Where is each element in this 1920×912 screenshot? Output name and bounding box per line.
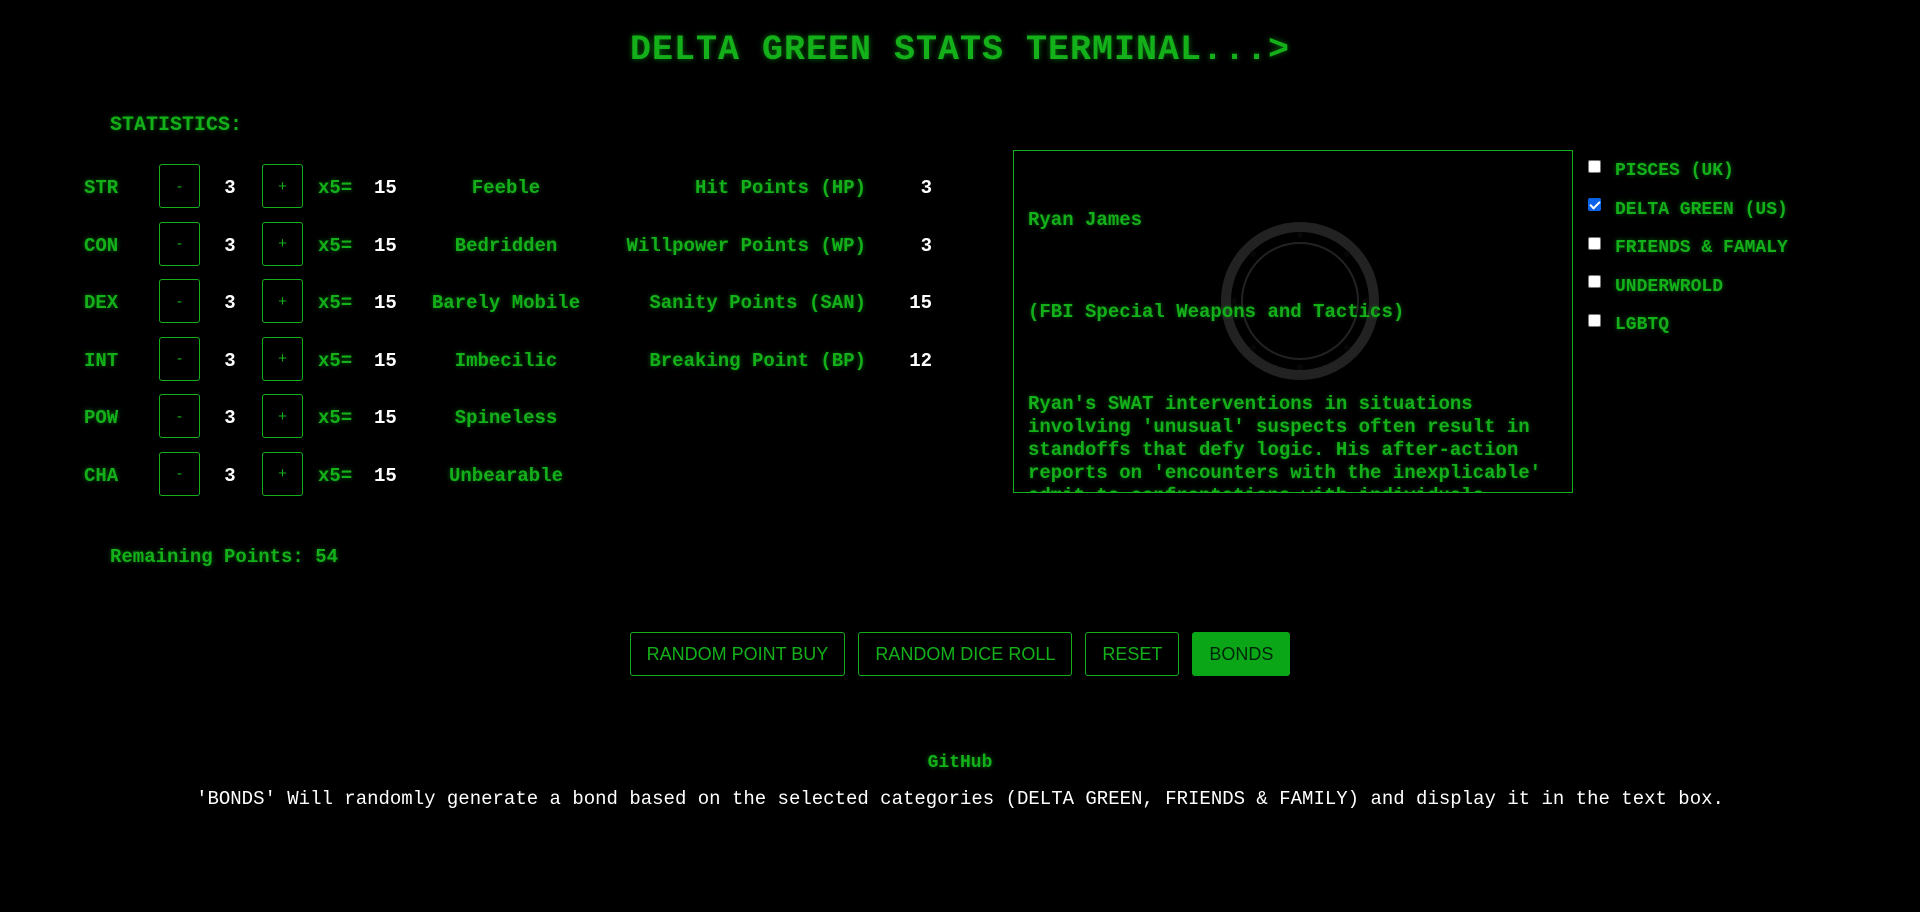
- bonds-button[interactable]: BONDS: [1192, 632, 1291, 676]
- derived-stat-value: 3: [920, 234, 932, 257]
- dex-decrement-button[interactable]: -: [159, 279, 200, 323]
- derived-stat-label: Breaking Point (BP): [649, 349, 866, 372]
- bond-category-list: PISCES (UK) DELTA GREEN (US) FRIENDS & F…: [1588, 150, 1788, 343]
- cha-decrement-button[interactable]: -: [159, 451, 200, 496]
- pow-decrement-button[interactable]: -: [159, 394, 200, 438]
- stat-descriptor: Feeble: [471, 177, 541, 199]
- stat-value: 3: [224, 177, 236, 199]
- category-delta-green-us[interactable]: DELTA GREEN (US): [1588, 189, 1788, 228]
- dex-increment-button[interactable]: +: [262, 279, 303, 323]
- lgbtq-checkbox[interactable]: [1588, 313, 1601, 327]
- str-decrement-button[interactable]: -: [159, 164, 200, 208]
- category-lgbtq[interactable]: LGBTQ: [1588, 304, 1788, 343]
- derived-stat-label: Willpower Points (WP): [626, 234, 866, 257]
- stat-row-cha: CHA - 3 + x5= 15 Unbearable: [0, 451, 1000, 500]
- stat-name: CHA: [84, 464, 119, 487]
- category-label[interactable]: UNDERWROLD: [1615, 273, 1723, 297]
- stat-descriptor: Unbearable: [448, 464, 564, 487]
- derived-stat-value: 15: [909, 292, 932, 314]
- stat-name: DEX: [84, 292, 119, 314]
- stat-name: CON: [84, 234, 119, 257]
- stat-value: 3: [224, 349, 236, 372]
- multiplier-label: x5=: [318, 407, 353, 429]
- multiplier-label: x5=: [318, 234, 353, 257]
- stat-descriptor: Bedridden: [454, 234, 558, 257]
- derived-stat-value: 12: [909, 349, 932, 372]
- action-bar: RANDOM POINT BUY RANDOM DICE ROLL RESET …: [0, 632, 1920, 676]
- stat-row-pow: POW - 3 + x5= 15 Spineless: [0, 394, 1000, 442]
- stat-row-int: INT - 3 + x5= 15 Imbecilic Breaking Poin…: [0, 336, 1000, 385]
- stat-descriptor: Spineless: [454, 407, 558, 429]
- stat-value: 3: [224, 292, 236, 314]
- int-increment-button[interactable]: +: [262, 336, 303, 381]
- int-decrement-button[interactable]: -: [159, 336, 200, 381]
- category-label[interactable]: DELTA GREEN (US): [1615, 196, 1788, 220]
- category-friends-family[interactable]: FRIENDS & FAMALY: [1588, 227, 1788, 266]
- stat-score: 15: [374, 177, 397, 199]
- github-link[interactable]: GitHub: [0, 753, 1920, 773]
- stat-score: 15: [374, 464, 397, 487]
- stat-descriptor: Imbecilic: [454, 349, 558, 372]
- cha-increment-button[interactable]: +: [262, 451, 303, 496]
- multiplier-label: x5=: [318, 292, 353, 314]
- category-label[interactable]: PISCES (UK): [1615, 157, 1734, 181]
- stat-row-str: STR - 3 + x5= 15 Feeble Hit Points (HP) …: [0, 164, 1000, 212]
- stat-score: 15: [374, 407, 397, 429]
- stat-value: 3: [224, 464, 236, 487]
- multiplier-label: x5=: [318, 464, 353, 487]
- bond-description: Ryan's SWAT interventions in situations …: [1028, 393, 1542, 492]
- stat-value: 3: [224, 234, 236, 257]
- remaining-points: Remaining Points: 54: [110, 546, 339, 568]
- multiplier-label: x5=: [318, 177, 353, 199]
- str-increment-button[interactable]: +: [262, 164, 303, 208]
- stat-name: INT: [84, 349, 119, 372]
- category-pisces-uk[interactable]: PISCES (UK): [1588, 150, 1788, 189]
- underworld-checkbox[interactable]: [1588, 275, 1601, 289]
- derived-stat-label: Sanity Points (SAN): [649, 292, 866, 314]
- stat-name: POW: [84, 407, 119, 429]
- category-underworld[interactable]: UNDERWROLD: [1588, 266, 1788, 305]
- random-point-buy-button[interactable]: RANDOM POINT BUY: [629, 632, 846, 676]
- bond-content: Ryan James (FBI Special Weapons and Tact…: [1028, 163, 1560, 492]
- statistics-label: STATISTICS:: [110, 114, 243, 137]
- random-dice-roll-button[interactable]: RANDOM DICE ROLL: [858, 632, 1073, 676]
- delta-green-us-checkbox[interactable]: [1588, 198, 1601, 212]
- stat-row-dex: DEX - 3 + x5= 15 Barely Mobile Sanity Po…: [0, 279, 1000, 327]
- page-title: DELTA GREEN STATS TERMINAL...>: [629, 30, 1291, 70]
- category-label[interactable]: LGBTQ: [1615, 311, 1669, 335]
- derived-stat-value: 3: [920, 177, 932, 199]
- derived-stat-label: Hit Points (HP): [694, 177, 866, 199]
- bond-text-box[interactable]: Ryan James (FBI Special Weapons and Tact…: [1013, 150, 1573, 493]
- stat-score: 15: [374, 292, 397, 314]
- pow-increment-button[interactable]: +: [262, 394, 303, 438]
- con-increment-button[interactable]: +: [262, 221, 303, 266]
- friends-family-checkbox[interactable]: [1588, 236, 1601, 250]
- stat-row-con: CON - 3 + x5= 15 Bedridden Willpower Poi…: [0, 221, 1000, 270]
- stat-value: 3: [224, 407, 236, 429]
- pisces-uk-checkbox[interactable]: [1588, 159, 1601, 173]
- category-label[interactable]: FRIENDS & FAMALY: [1615, 234, 1788, 258]
- bond-role: (FBI Special Weapons and Tactics): [1028, 301, 1405, 323]
- stat-descriptor: Barely Mobile: [431, 292, 581, 314]
- stat-name: STR: [84, 177, 119, 199]
- con-decrement-button[interactable]: -: [159, 221, 200, 266]
- stat-score: 15: [374, 349, 397, 372]
- bonds-help-text: 'BONDS' Will randomly generate a bond ba…: [196, 788, 1724, 810]
- reset-button[interactable]: RESET: [1085, 632, 1180, 676]
- multiplier-label: x5=: [318, 349, 353, 372]
- stat-score: 15: [374, 234, 397, 257]
- bond-name: Ryan James: [1028, 209, 1143, 231]
